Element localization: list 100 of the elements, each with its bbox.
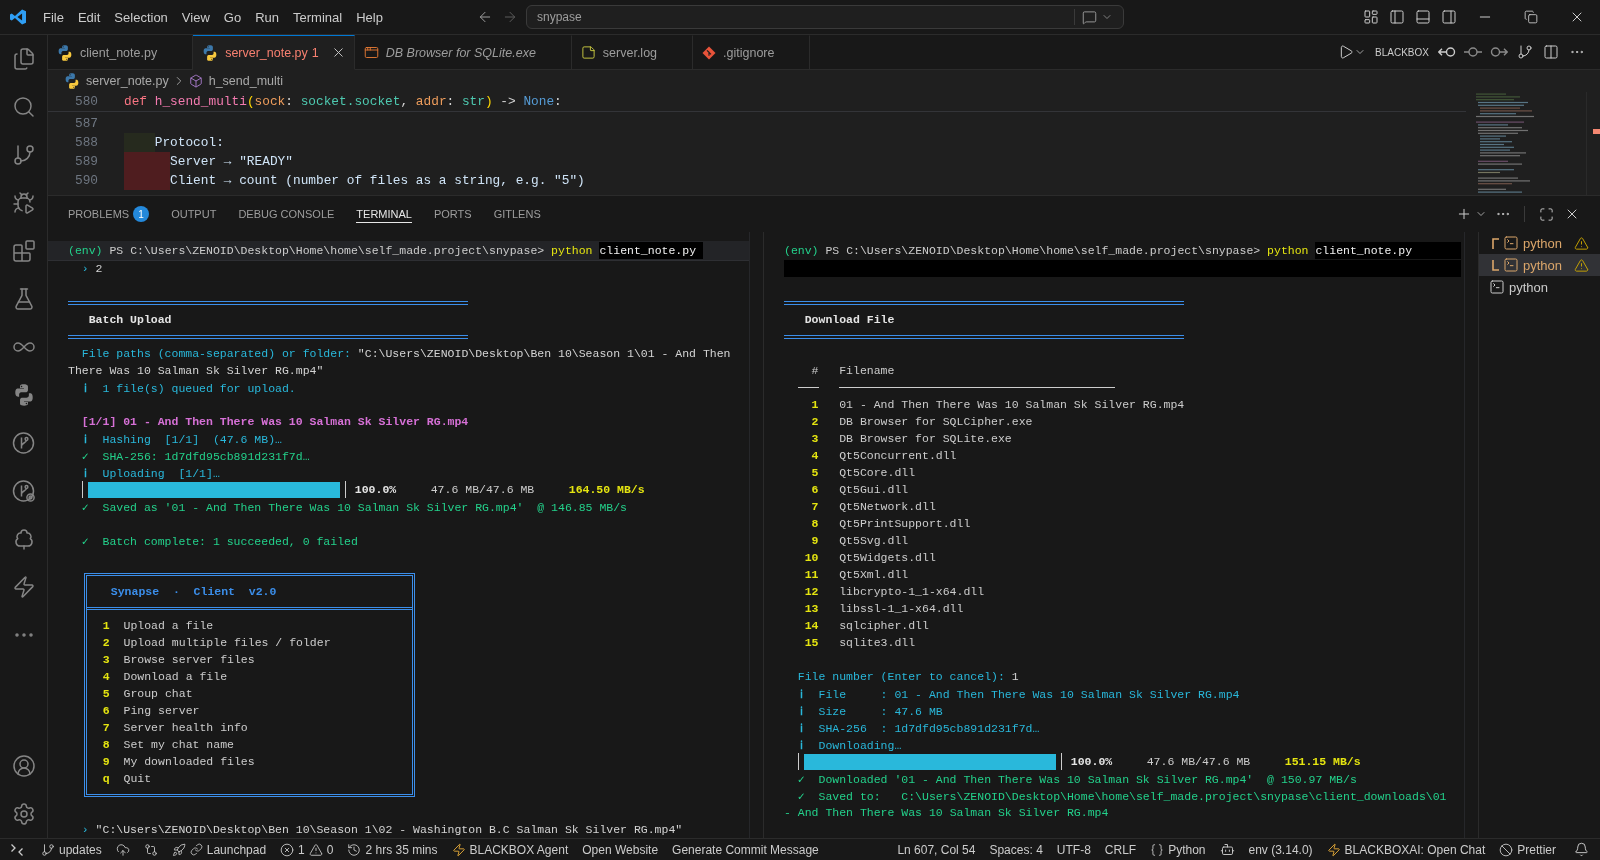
blocks-icon[interactable] [11,239,36,263]
settings-icon[interactable] [11,802,36,826]
python-icon[interactable] [12,384,35,406]
panel-tab[interactable]: PORTS [422,196,483,232]
play-icon[interactable] [1338,44,1355,60]
search-icon[interactable] [11,95,36,119]
agent-status[interactable]: BLACKBOX Agent [444,839,576,860]
maximize-icon[interactable] [1538,206,1554,222]
status-item[interactable]: env (3.14.0) [1241,839,1320,860]
terminal-entry[interactable]: python [1479,254,1600,276]
row-number: 8 [811,517,819,530]
plus-icon[interactable] [1456,206,1472,222]
file-name: sqlcipher.dll [839,619,929,632]
commit-icon[interactable] [1464,46,1482,58]
terminal-entry[interactable]: python [1479,276,1600,298]
lightning-icon[interactable] [1326,842,1341,857]
bug-play-icon[interactable] [11,191,36,215]
row-number: 4 [811,449,819,462]
status-item[interactable]: CRLF [1097,839,1144,860]
git-diamond-icon [702,45,717,60]
entered-text: › 2 [81,262,103,275]
bot-icon[interactable] [1219,842,1235,857]
panel-tab[interactable]: OUTPUT [160,196,228,232]
search-bar[interactable]: snypase [526,5,1124,29]
launchpad-status[interactable]: Launchpad [164,839,274,860]
braces-icon[interactable] [1150,842,1165,857]
prohibited-icon[interactable] [1499,842,1514,857]
language-status[interactable]: Python [1143,839,1213,860]
status-item[interactable]: UTF-8 [1049,839,1098,860]
files-icon[interactable] [11,47,36,71]
panel-tab[interactable]: TERMINAL [345,196,423,232]
note-icon [580,45,596,60]
chat-icon[interactable] [1082,9,1097,25]
agent-status[interactable]: BLACKBOXAI: Open Chat [1319,839,1493,860]
compare-icon[interactable] [143,842,158,857]
panel-tab[interactable]: DEBUG CONSOLE [227,196,346,232]
editor-tab[interactable]: server_note.py 1 [193,35,355,70]
warning-icon[interactable] [1574,257,1589,273]
menu-item[interactable]: Selection [107,0,175,34]
terminal-icon[interactable] [1503,257,1519,273]
commit-back-icon[interactable] [1438,46,1456,58]
menu-item[interactable]: View [174,0,217,34]
panel-bottom-icon[interactable] [1415,9,1431,25]
transfer-size: 47.6 MB/47.6 MB [1146,755,1251,768]
terminal-icon[interactable] [1503,235,1519,251]
menu-item[interactable]: Terminal [286,0,350,34]
menu-item[interactable]: File [36,0,71,34]
code-line: Protocol: [124,133,224,152]
workspace-name[interactable]: snypase [537,10,582,24]
row-number: 2 [811,415,819,428]
warning-icon[interactable] [308,842,323,857]
remote-icon[interactable] [11,843,23,856]
terminal-icon[interactable] [1489,279,1505,295]
lightning-icon[interactable] [11,575,36,599]
branch-icon[interactable] [41,842,55,857]
section-heading: Download File [804,313,895,326]
panel-tab[interactable]: GITLENS [482,196,552,232]
cloud-upload-icon[interactable] [115,842,130,857]
formatter-status[interactable]: Prettier [1492,839,1563,860]
breadcrumb-item[interactable]: server_note.py [64,73,169,89]
warning-icon[interactable] [1574,235,1589,251]
branch-circle-badge-icon[interactable] [11,479,36,503]
link-icon[interactable] [189,843,203,856]
status-item[interactable]: Open Website [575,839,666,860]
notifications-icon[interactable] [1574,842,1589,857]
entered-text: › "C:\Users\ZENOID\Desktop\Ben 10\Season 1\02 - Washington B.C Salman Sk Silver RG.mp4" [81,823,683,836]
problems-status[interactable]: 1 0 [273,839,341,860]
status-message: ℹ Hashing [1/1] (47.6 MB)… [82,432,282,446]
branch-icon[interactable] [11,143,36,167]
restore-icon[interactable] [1524,10,1538,24]
menu-item[interactable]: Help [349,0,390,34]
status-item[interactable]: Ln 607, Col 54 [890,839,983,860]
minimap-drawing[interactable] [1476,93,1536,194]
history-icon[interactable] [347,842,362,857]
split-editor-icon[interactable] [1543,44,1559,60]
status-item[interactable]: Spaces: 4 [982,839,1050,860]
menu-item[interactable]: Edit [70,0,108,34]
commit-forward-icon[interactable] [1490,46,1508,58]
branch-circle-icon[interactable] [11,431,36,455]
layout-icon[interactable] [1363,9,1379,25]
toolbar-label[interactable]: BLACKBOX [1375,46,1429,58]
error-icon[interactable] [280,842,295,857]
menu-item[interactable]: Go [216,0,249,34]
status-item[interactable]: Generate Commit Message [665,839,826,860]
branch-status[interactable]: updates [34,839,109,860]
panel-tab[interactable]: PROBLEMS 1 [57,196,161,232]
branch-icon[interactable] [1517,44,1533,60]
rocket-icon[interactable] [171,842,186,857]
menu-option: 9 My downloaded files [102,753,255,770]
account-icon[interactable] [11,754,36,778]
menu-item[interactable]: Run [248,0,286,34]
back-arrow-icon[interactable] [477,9,493,25]
sidebar-left-icon[interactable] [1389,9,1405,25]
timer-status[interactable]: 2 hrs 35 mins [340,839,445,860]
lightning-icon[interactable] [451,842,466,857]
file-name: Qt5Concurrent.dll [839,449,957,462]
breadcrumb-item[interactable]: h_send_multi [188,74,284,88]
sidebar-right-icon[interactable] [1441,9,1457,25]
terminal-entry[interactable]: python [1479,232,1600,254]
count-badge: 1 [133,206,150,222]
